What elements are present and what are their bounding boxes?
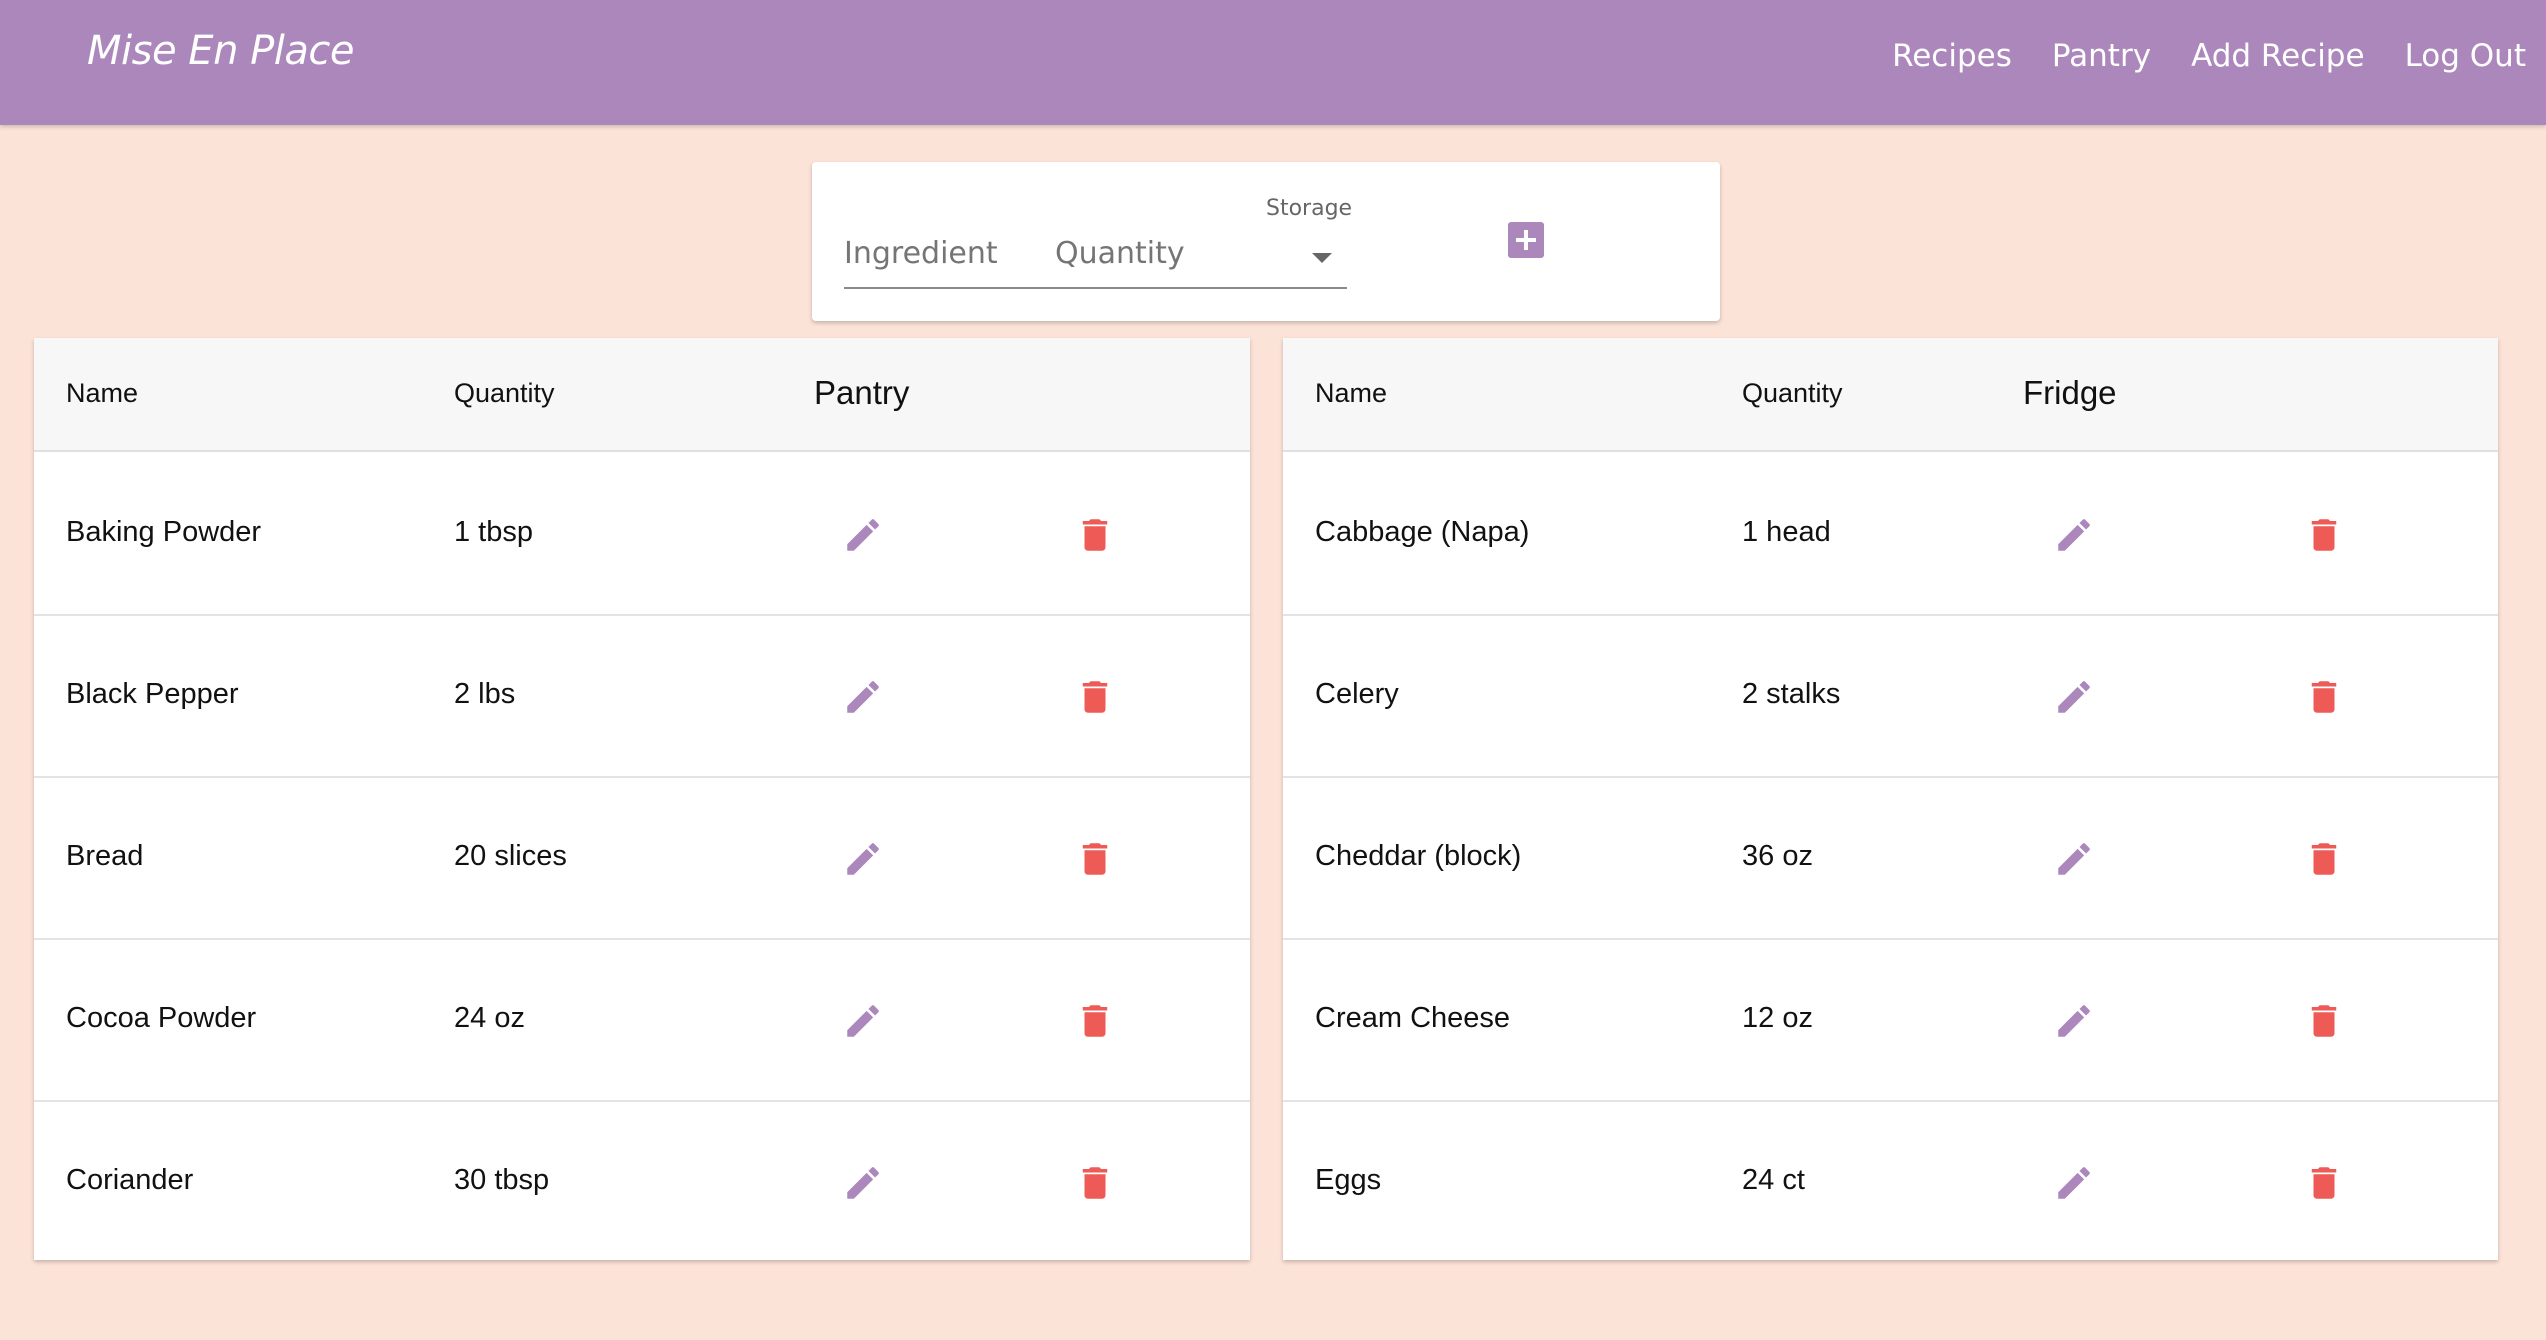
ingredient-input[interactable]: Ingredient	[844, 236, 998, 271]
add-ingredient-button[interactable]	[1508, 222, 1544, 258]
trash-icon[interactable]	[2303, 514, 2345, 556]
table-row: Bread 20 slices	[34, 776, 1250, 940]
nav-pantry[interactable]: Pantry	[2052, 38, 2151, 74]
ingredient-name: Cocoa Powder	[66, 1002, 257, 1034]
ingredient-quantity: 30 tbsp	[454, 1164, 550, 1196]
storage-select-label: Storage	[1266, 196, 1353, 221]
ingredient-name: Cheddar (block)	[1315, 840, 1522, 872]
table-row: Coriander 30 tbsp	[34, 1100, 1250, 1262]
pencil-icon[interactable]	[842, 1162, 884, 1204]
ingredient-name: Bread	[66, 840, 144, 872]
table-title: Fridge	[2023, 374, 2117, 411]
top-nav-bar: Mise En Place Recipes Pantry Add Recipe …	[0, 0, 2546, 125]
ingredient-name: Eggs	[1315, 1164, 1382, 1196]
ingredient-quantity: 2 stalks	[1742, 678, 1841, 710]
quantity-input[interactable]: Quantity	[1055, 236, 1185, 271]
table-row: Celery 2 stalks	[1283, 614, 2498, 778]
column-name: Name	[66, 378, 139, 408]
trash-icon[interactable]	[1074, 1162, 1116, 1204]
ingredient-name: Black Pepper	[66, 678, 239, 710]
trash-icon[interactable]	[2303, 1000, 2345, 1042]
ingredient-name: Cabbage (Napa)	[1315, 516, 1530, 548]
pencil-icon[interactable]	[2053, 514, 2095, 556]
nav-log-out[interactable]: Log Out	[2405, 38, 2526, 74]
column-quantity: Quantity	[454, 378, 555, 408]
trash-icon[interactable]	[1074, 1000, 1116, 1042]
brand-logo[interactable]: Mise En Place	[87, 28, 354, 74]
table-row: Cheddar (block) 36 oz	[1283, 776, 2498, 940]
trash-icon[interactable]	[1074, 676, 1116, 718]
ingredient-quantity: 1 head	[1742, 516, 1831, 548]
trash-icon[interactable]	[2303, 1162, 2345, 1204]
trash-icon[interactable]	[2303, 838, 2345, 880]
nav-links: Recipes Pantry Add Recipe Log Out	[1852, 38, 2526, 74]
pencil-icon[interactable]	[842, 676, 884, 718]
trash-icon[interactable]	[1074, 838, 1116, 880]
caret-down-icon[interactable]	[1312, 253, 1332, 263]
ingredient-name: Baking Powder	[66, 516, 262, 548]
nav-recipes[interactable]: Recipes	[1892, 38, 2012, 74]
column-quantity: Quantity	[1742, 378, 1843, 408]
ingredient-quantity: 24 oz	[454, 1002, 525, 1034]
add-ingredient-form: Ingredient Quantity Storage	[812, 162, 1720, 321]
pencil-icon[interactable]	[2053, 1162, 2095, 1204]
table-row: Cocoa Powder 24 oz	[34, 938, 1250, 1102]
ingredient-name: Cream Cheese	[1315, 1002, 1511, 1034]
input-underline	[844, 287, 1347, 289]
fridge-table: Name Quantity Fridge Cabbage (Napa) 1 hea…	[1283, 338, 2498, 1260]
table-row: Black Pepper 2 lbs	[34, 614, 1250, 778]
ingredient-name: Celery	[1315, 678, 1399, 710]
trash-icon[interactable]	[2303, 676, 2345, 718]
ingredient-quantity: 20 slices	[454, 840, 567, 872]
pantry-table: Name Quantity Pantry Baking Powder 1 tbsp…	[34, 338, 1250, 1260]
pencil-icon[interactable]	[842, 1000, 884, 1042]
table-row: Eggs 24 ct	[1283, 1100, 2498, 1262]
table-header: Name Quantity Pantry	[34, 338, 1250, 452]
ingredient-quantity: 2 lbs	[454, 678, 516, 710]
pencil-icon[interactable]	[2053, 676, 2095, 718]
pencil-icon[interactable]	[2053, 1000, 2095, 1042]
table-title: Pantry	[814, 374, 910, 411]
pencil-icon[interactable]	[842, 514, 884, 556]
ingredient-quantity: 12 oz	[1742, 1002, 1813, 1034]
column-name: Name	[1315, 378, 1388, 408]
ingredient-name: Coriander	[66, 1164, 194, 1196]
table-row: Cabbage (Napa) 1 head	[1283, 452, 2498, 616]
ingredient-quantity: 24 ct	[1742, 1164, 1805, 1196]
pencil-icon[interactable]	[842, 838, 884, 880]
table-row: Cream Cheese 12 oz	[1283, 938, 2498, 1102]
table-row: Baking Powder 1 tbsp	[34, 452, 1250, 616]
nav-add-recipe[interactable]: Add Recipe	[2191, 38, 2365, 74]
trash-icon[interactable]	[1074, 514, 1116, 556]
pencil-icon[interactable]	[2053, 838, 2095, 880]
table-header: Name Quantity Fridge	[1283, 338, 2498, 452]
ingredient-quantity: 36 oz	[1742, 840, 1813, 872]
ingredient-quantity: 1 tbsp	[454, 516, 533, 548]
